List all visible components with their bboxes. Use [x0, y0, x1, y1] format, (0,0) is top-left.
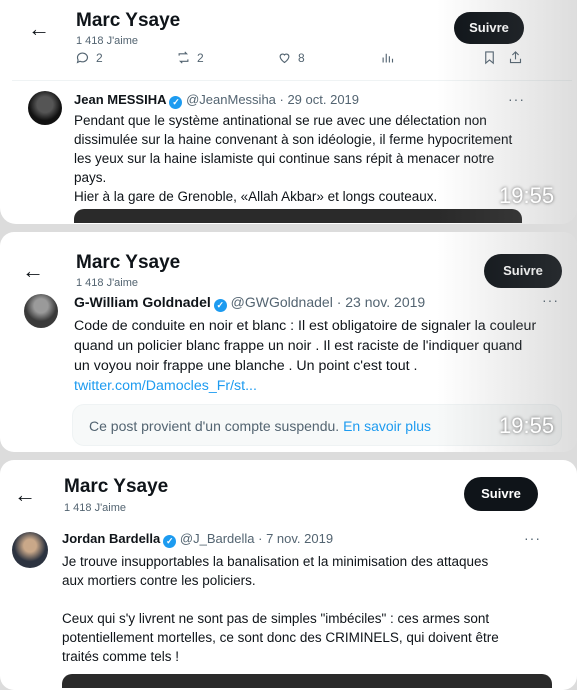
tweet-author[interactable]: Jordan Bardella ✓ @J_Bardella · 7 nov. 20… [62, 531, 333, 548]
more-options-icon[interactable]: ··· [524, 530, 541, 546]
author-handle: @GWGoldnadel · 23 nov. 2019 [230, 294, 426, 310]
tweet-line: Je trouve insupportables la banalisation… [62, 554, 489, 569]
author-name: G-William Goldnadel [74, 294, 211, 310]
tweet-author[interactable]: Jean MESSIHA ✓ @JeanMessiha · 29 oct. 201… [74, 92, 359, 109]
verified-icon: ✓ [163, 535, 177, 548]
tweet-line: potentiellement mortelles, ce sont donc … [62, 630, 499, 645]
reply-button[interactable]: 2 [75, 50, 103, 65]
quoted-tweet[interactable]: Jordan Bardella ✓ @J_Bardella · 7 nov. 20… [0, 520, 577, 690]
views-button[interactable] [380, 50, 395, 65]
screenshot-card-2: ← Marc Ysaye 1 418 J'aime Suivre G-Willi… [0, 232, 577, 452]
repost-button[interactable]: 2 [176, 50, 204, 65]
page-title: Marc Ysaye [76, 252, 181, 273]
back-arrow-icon[interactable]: ← [14, 482, 36, 508]
tweet-author[interactable]: G-William Goldnadel ✓ @GWGoldnadel · 23 n… [74, 294, 425, 312]
like-count: 8 [298, 50, 305, 65]
back-arrow-icon[interactable]: ← [28, 16, 50, 42]
likes-count: 1 418 J'aime [64, 502, 127, 514]
follow-button[interactable]: Suivre [464, 477, 538, 511]
author-name: Jean MESSIHA [74, 92, 167, 107]
heart-icon [279, 53, 290, 64]
screenshot-card-3: ← Marc Ysaye 1 418 J'aime Suivre Jordan … [0, 460, 577, 690]
video-timestamp: 19:55 [499, 413, 555, 438]
video-timestamp: 19:55 [499, 183, 555, 208]
page-title: Marc Ysaye [76, 10, 181, 31]
media-preview[interactable] [62, 674, 552, 688]
repost-count: 2 [197, 50, 204, 65]
back-arrow-icon[interactable]: ← [22, 258, 44, 284]
avatar[interactable] [28, 91, 62, 125]
page-title: Marc Ysaye [64, 476, 169, 497]
tweet-text: Je trouve insupportables la banalisation… [62, 552, 567, 666]
tweet-line: aux mortiers contre les policiers. [62, 573, 256, 588]
verified-icon: ✓ [213, 299, 227, 312]
reply-count: 2 [96, 50, 103, 65]
repost-icon [178, 51, 189, 64]
learn-more-link[interactable]: En savoir plus [343, 418, 431, 434]
avatar[interactable] [24, 294, 58, 328]
tweet-line: traités comme tels ! [62, 649, 180, 664]
screenshot-card-1: ← Marc Ysaye 1 418 J'aime Suivre 2 2 8 J… [0, 0, 577, 224]
like-button[interactable]: 8 [277, 50, 305, 65]
author-handle: @J_Bardella · 7 nov. 2019 [179, 531, 334, 546]
likes-count: 1 418 J'aime [76, 277, 139, 289]
author-name: Jordan Bardella [62, 531, 161, 546]
analytics-icon [382, 53, 394, 63]
verified-icon: ✓ [169, 96, 183, 109]
author-handle: @JeanMessiha · 29 oct. 2019 [186, 92, 360, 107]
likes-count: 1 418 J'aime [76, 35, 139, 47]
tweet-line: Ceux qui s'y livrent ne sont pas de simp… [62, 611, 490, 626]
avatar[interactable] [12, 532, 48, 568]
suspended-text: Ce post provient d'un compte suspendu. [89, 418, 340, 434]
reply-icon [76, 52, 89, 64]
